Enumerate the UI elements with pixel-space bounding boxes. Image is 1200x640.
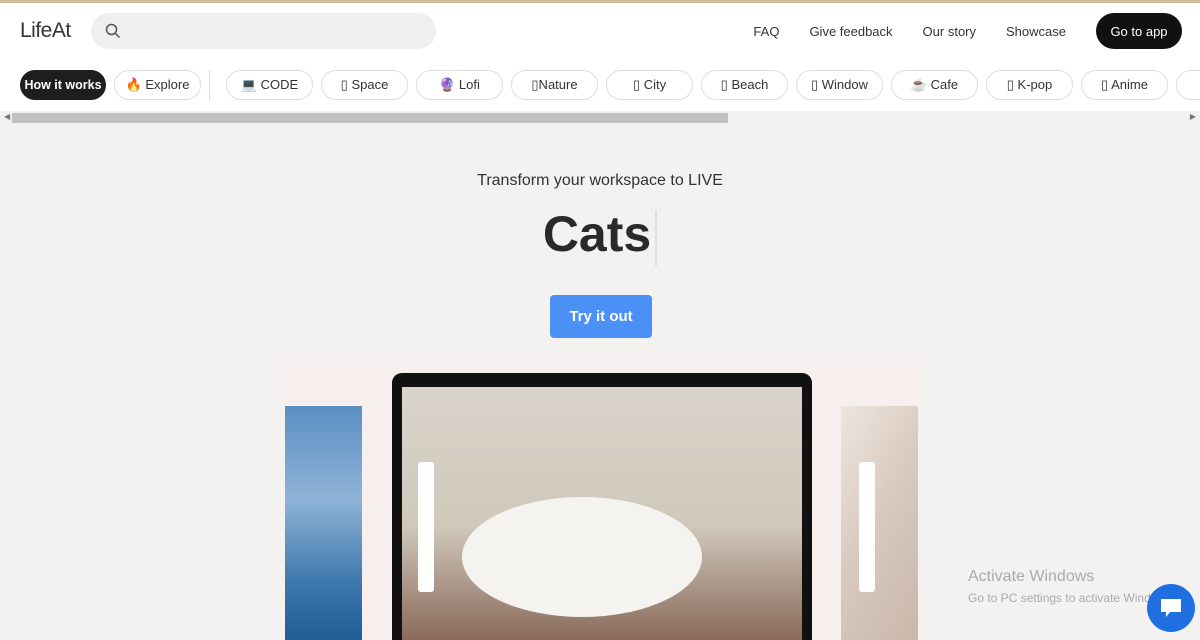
explore-button[interactable]: 🔥 Explore: [114, 70, 201, 100]
preview-hands-image: [841, 406, 918, 640]
hero-title: Cats: [0, 205, 1200, 266]
category-nature[interactable]: ▯Nature: [511, 70, 598, 100]
scroll-right-icon[interactable]: ▶: [1190, 112, 1196, 121]
category-anime[interactable]: ▯ Anime: [1081, 70, 1168, 100]
search-input[interactable]: [91, 13, 436, 49]
chat-button[interactable]: [1147, 584, 1195, 632]
preview-carousel: [285, 355, 918, 640]
category-window[interactable]: ▯ Window: [796, 70, 883, 100]
cat-video-image: [402, 387, 802, 640]
category-kpop[interactable]: ▯ K-pop: [986, 70, 1073, 100]
try-it-out-button[interactable]: Try it out: [550, 295, 652, 338]
category-code[interactable]: 💻 CODE: [226, 70, 313, 100]
text-cursor: [655, 209, 658, 266]
scroll-left-icon[interactable]: ◀: [4, 112, 10, 121]
app-toolbar-preview: [859, 462, 875, 592]
horizontal-scrollbar[interactable]: ◀ ▶: [0, 111, 1200, 125]
divider: [209, 70, 210, 100]
nav-give-feedback[interactable]: Give feedback: [809, 24, 892, 39]
top-nav: FAQ Give feedback Our story Showcase Go …: [753, 13, 1182, 49]
white-cat: [462, 497, 702, 617]
nav-showcase[interactable]: Showcase: [1006, 24, 1066, 39]
preview-ocean-image: [285, 406, 362, 640]
category-lofi[interactable]: 🔮 Lofi: [416, 70, 503, 100]
category-bar: How it works 🔥 Explore 💻 CODE ▯ Space 🔮 …: [0, 59, 1200, 111]
logo[interactable]: LifeAt: [20, 19, 71, 43]
category-city[interactable]: ▯ City: [606, 70, 693, 100]
category-space[interactable]: ▯ Space: [321, 70, 408, 100]
category-beach[interactable]: ▯ Beach: [701, 70, 788, 100]
nav-our-story[interactable]: Our story: [923, 24, 976, 39]
header: LifeAt FAQ Give feedback Our story Showc…: [0, 3, 1200, 59]
nav-faq[interactable]: FAQ: [753, 24, 779, 39]
activate-windows-subtitle: Go to PC settings to activate Windows.: [968, 591, 1176, 605]
hero-title-text: Cats: [542, 206, 652, 262]
activate-windows-title: Activate Windows: [968, 568, 1095, 585]
category-cafe[interactable]: ☕ Cafe: [891, 70, 978, 100]
how-it-works-button[interactable]: How it works: [20, 70, 106, 100]
laptop-preview: [392, 373, 812, 640]
search-icon: [105, 23, 121, 39]
app-toolbar-preview: [418, 462, 434, 592]
hero-subtitle: Transform your workspace to LIVE: [477, 172, 723, 189]
chat-icon: [1161, 599, 1181, 617]
category-partial[interactable]: [1176, 70, 1200, 100]
scrollbar-thumb[interactable]: [12, 113, 728, 123]
go-to-app-button[interactable]: Go to app: [1096, 13, 1182, 49]
